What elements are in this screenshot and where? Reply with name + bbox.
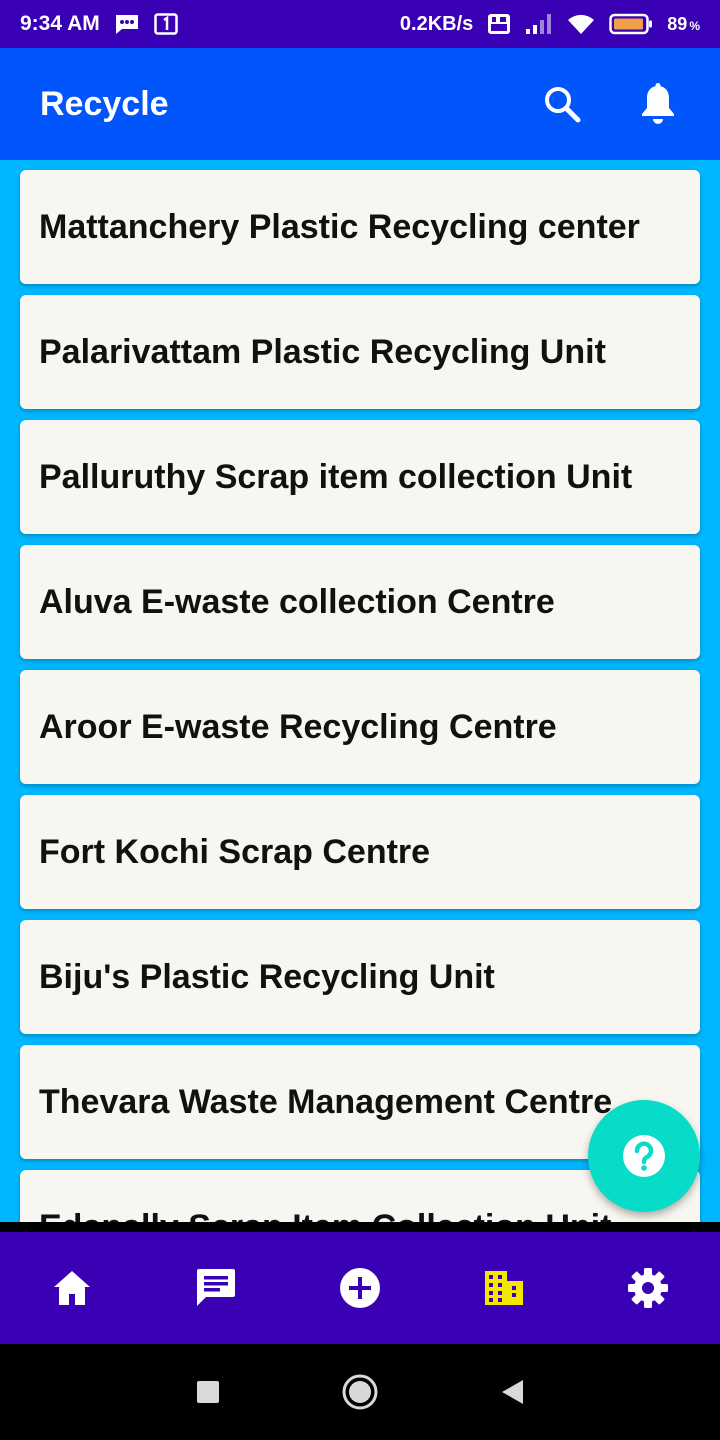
recent-apps-icon — [197, 1381, 219, 1403]
nav-centres[interactable] — [464, 1248, 544, 1328]
home-system-button[interactable] — [332, 1364, 388, 1420]
bell-icon — [642, 83, 674, 124]
status-bar: 9:34 AM 0.2KB/s 89 % — [0, 0, 720, 48]
recycle-center-list[interactable]: Mattanchery Plastic Recycling center Pal… — [0, 160, 720, 1222]
battery-icon — [609, 13, 653, 35]
nav-chat[interactable] — [176, 1248, 256, 1328]
list-item[interactable]: Biju's Plastic Recycling Unit — [20, 920, 700, 1034]
nav-settings[interactable] — [608, 1248, 688, 1328]
home-button-icon — [342, 1374, 378, 1410]
search-icon — [545, 87, 581, 123]
bottom-nav — [0, 1232, 720, 1344]
list-item-label: Fort Kochi Scrap Centre — [39, 832, 431, 871]
help-icon — [623, 1135, 665, 1177]
nav-home[interactable] — [32, 1248, 112, 1328]
wifi-icon — [567, 13, 595, 35]
list-item-label: Mattanchery Plastic Recycling center — [39, 207, 640, 246]
settings-icon — [628, 1268, 668, 1308]
list-item[interactable]: Fort Kochi Scrap Centre — [20, 795, 700, 909]
back-button[interactable] — [484, 1364, 540, 1420]
page-title: Recycle — [40, 84, 169, 123]
status-time: 9:34 AM — [20, 12, 100, 35]
network-speed: 0.2KB/s — [399, 12, 474, 35]
nav-add[interactable] — [320, 1248, 400, 1328]
list-item[interactable]: Palluruthy Scrap item collection Unit — [20, 420, 700, 534]
home-icon — [54, 1271, 90, 1305]
app-bar: Recycle — [0, 48, 720, 160]
list-item[interactable]: Palarivattam Plastic Recycling Unit — [20, 295, 700, 409]
system-nav-bar — [0, 1344, 720, 1440]
list-item-label: Palarivattam Plastic Recycling Unit — [39, 332, 606, 371]
battery-percent-sign: % — [689, 18, 700, 33]
list-item[interactable]: Mattanchery Plastic Recycling center — [20, 170, 700, 284]
volte-icon — [487, 13, 511, 35]
list-item-label: Thevara Waste Management Centre — [39, 1082, 613, 1121]
list-item[interactable]: Aroor E-waste Recycling Centre — [20, 670, 700, 784]
chat-icon — [197, 1269, 235, 1306]
notifications-button[interactable] — [636, 82, 680, 126]
back-icon — [502, 1380, 523, 1404]
list-item-label: Edapally Scrap Item Collection Unit — [39, 1208, 611, 1223]
building-icon — [485, 1271, 523, 1305]
list-item-label: Biju's Plastic Recycling Unit — [39, 957, 495, 996]
recent-apps-button[interactable] — [180, 1364, 236, 1420]
add-circle-icon — [340, 1268, 380, 1308]
sim-icon — [154, 13, 178, 35]
status-bar-right: 0.2KB/s 89 % — [400, 13, 700, 36]
search-button[interactable] — [540, 82, 584, 126]
help-fab-button[interactable] — [588, 1100, 700, 1212]
list-item-label: Aroor E-waste Recycling Centre — [39, 707, 557, 746]
list-item[interactable]: Aluva E-waste collection Centre — [20, 545, 700, 659]
list-item-label: Palluruthy Scrap item collection Unit — [39, 457, 633, 496]
battery-percent: 89 — [667, 13, 688, 34]
battery-level: 89 % — [667, 14, 700, 35]
message-icon — [114, 13, 140, 35]
signal-icon — [525, 13, 553, 35]
status-bar-left: 9:34 AM — [20, 12, 178, 36]
list-item-label: Aluva E-waste collection Centre — [39, 582, 555, 621]
